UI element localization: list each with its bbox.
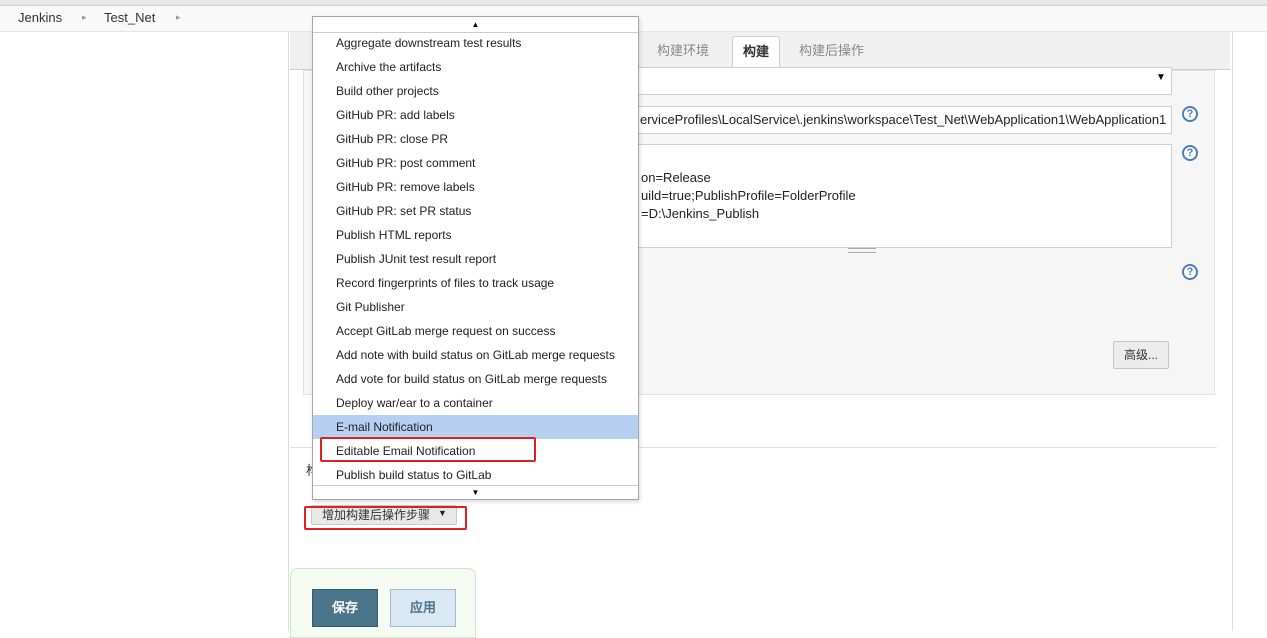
- tab-post-build[interactable]: 构建后操作: [789, 36, 874, 70]
- breadcrumb-project[interactable]: Test_Net: [104, 10, 155, 25]
- textarea-resize-handle[interactable]: [848, 248, 876, 253]
- menu-item-build-other-projects[interactable]: Build other projects: [313, 79, 638, 103]
- advanced-button[interactable]: 高级...: [1113, 341, 1169, 369]
- msbuild-file-path-input[interactable]: erviceProfiles\LocalService\.jenkins\wor…: [636, 106, 1172, 134]
- help-icon[interactable]: ?: [1182, 145, 1198, 161]
- annotation-highlight-box: [304, 506, 467, 530]
- menu-item-record-fingerprints[interactable]: Record fingerprints of files to track us…: [313, 271, 638, 295]
- scroll-down-icon[interactable]: ▼: [313, 485, 638, 499]
- breadcrumb-separator-icon[interactable]: ▸: [82, 12, 87, 23]
- menu-item-github-pr-remove-labels[interactable]: GitHub PR: remove labels: [313, 175, 638, 199]
- help-icon[interactable]: ?: [1182, 264, 1198, 280]
- help-icon[interactable]: ?: [1182, 106, 1198, 122]
- form-right-border: [1232, 32, 1233, 631]
- menu-item-github-pr-set-pr-status[interactable]: GitHub PR: set PR status: [313, 199, 638, 223]
- menu-item-git-publisher[interactable]: Git Publisher: [313, 295, 638, 319]
- command-line-arguments-textarea[interactable]: on=Release uild=true;PublishProfile=Fold…: [636, 144, 1172, 248]
- msbuild-version-select[interactable]: [636, 67, 1172, 95]
- menu-item-publish-junit-report[interactable]: Publish JUnit test result report: [313, 247, 638, 271]
- menu-item-add-note-gitlab[interactable]: Add note with build status on GitLab mer…: [313, 343, 638, 367]
- annotation-highlight-box: [320, 437, 536, 462]
- args-line: on=Release: [641, 170, 711, 185]
- apply-button[interactable]: 应用: [390, 589, 456, 627]
- menu-item-email-notification[interactable]: E-mail Notification: [313, 415, 638, 439]
- breadcrumb-jenkins[interactable]: Jenkins: [18, 10, 62, 25]
- menu-item-github-pr-add-labels[interactable]: GitHub PR: add labels: [313, 103, 638, 127]
- menu-item-aggregate-downstream-test-results[interactable]: Aggregate downstream test results: [313, 31, 638, 55]
- args-line: =D:\Jenkins_Publish: [641, 206, 760, 221]
- menu-item-archive-artifacts[interactable]: Archive the artifacts: [313, 55, 638, 79]
- post-build-step-menu: ▲ Aggregate downstream test results Arch…: [312, 16, 639, 500]
- menu-item-publish-html-reports[interactable]: Publish HTML reports: [313, 223, 638, 247]
- menu-item-publish-build-status-gitlab[interactable]: Publish build status to GitLab: [313, 463, 638, 487]
- save-button[interactable]: 保存: [312, 589, 378, 627]
- tab-build[interactable]: 构建: [732, 36, 781, 70]
- chevron-down-icon[interactable]: ▼: [1156, 72, 1166, 83]
- tab-build-environment[interactable]: 构建环境: [647, 36, 719, 70]
- menu-item-deploy-war-ear[interactable]: Deploy war/ear to a container: [313, 391, 638, 415]
- breadcrumb-separator-icon[interactable]: ▸: [176, 12, 181, 23]
- menu-item-accept-gitlab-merge-request[interactable]: Accept GitLab merge request on success: [313, 319, 638, 343]
- form-left-border: [288, 32, 289, 631]
- menu-item-github-pr-close-pr[interactable]: GitHub PR: close PR: [313, 127, 638, 151]
- menu-item-add-vote-gitlab[interactable]: Add vote for build status on GitLab merg…: [313, 367, 638, 391]
- menu-item-github-pr-post-comment[interactable]: GitHub PR: post comment: [313, 151, 638, 175]
- args-line: uild=true;PublishProfile=FolderProfile: [641, 188, 856, 203]
